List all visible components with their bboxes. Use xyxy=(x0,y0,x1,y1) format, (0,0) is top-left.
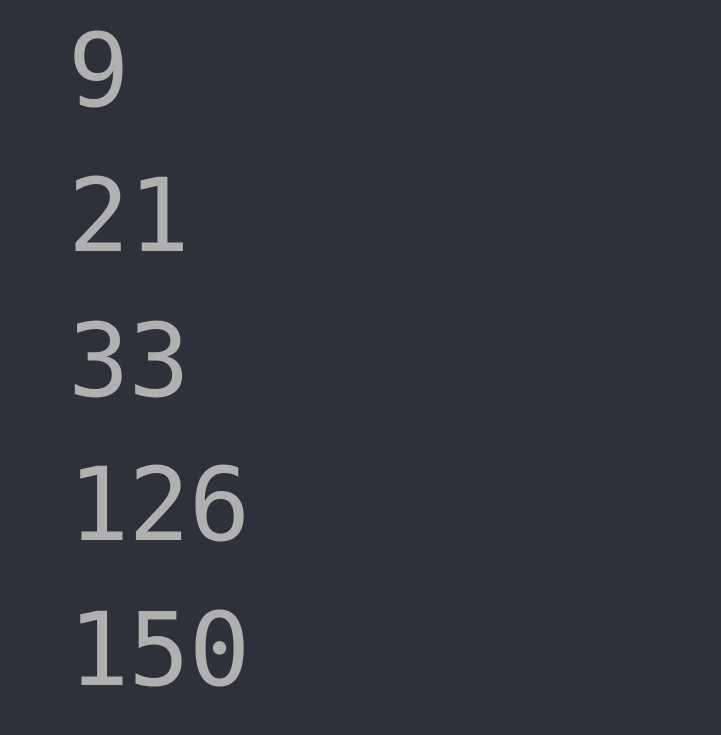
terminal-output: 9 21 33 126 150 xyxy=(68,0,721,724)
output-line: 150 xyxy=(68,579,721,724)
output-line: 21 xyxy=(68,145,721,290)
output-line: 9 xyxy=(68,0,721,145)
output-line: 33 xyxy=(68,290,721,435)
output-line: 126 xyxy=(68,434,721,579)
